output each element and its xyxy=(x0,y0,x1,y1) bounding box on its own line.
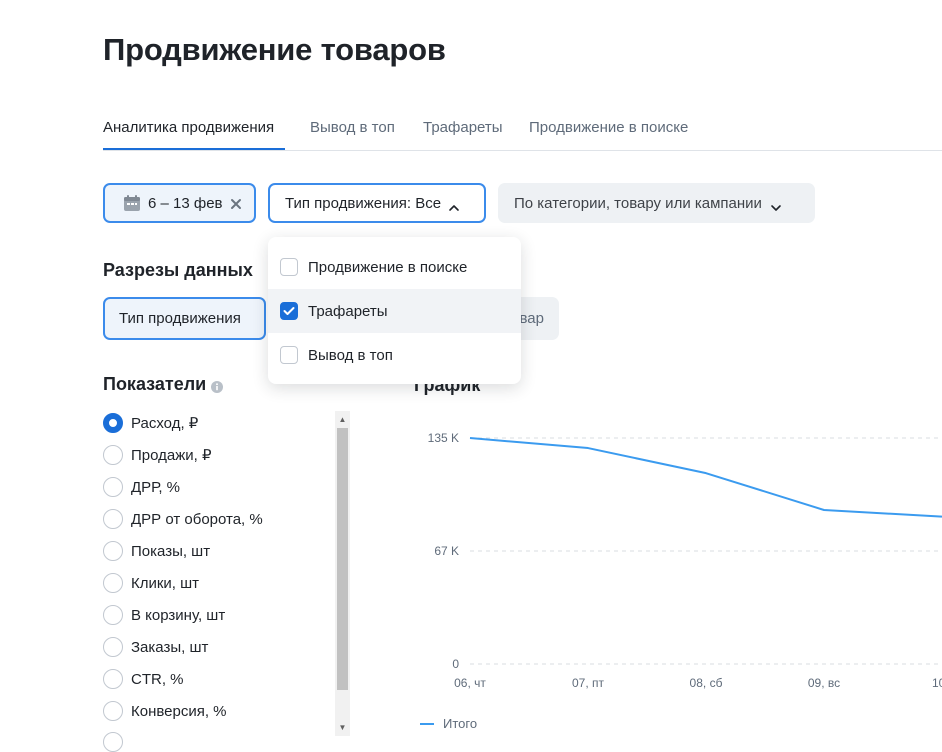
radio[interactable] xyxy=(103,605,123,625)
close-icon[interactable] xyxy=(230,197,242,209)
legend-line-icon xyxy=(420,722,434,725)
scroll-up-arrow-icon[interactable]: ▲ xyxy=(335,412,350,426)
radio[interactable] xyxy=(103,701,123,721)
x-tick-label: 10, xyxy=(932,676,942,690)
metrics-scrollbar[interactable]: ▲ ▼ xyxy=(335,411,350,736)
slice-promo-type-label: Тип продвижения xyxy=(119,310,241,327)
metric-ctr[interactable]: CTR, % xyxy=(103,668,184,690)
slices-title: Разрезы данных xyxy=(103,260,253,280)
promo-type-label: Тип продвижения: Все xyxy=(285,194,442,212)
checkmark-icon xyxy=(283,307,295,315)
metric-label: CTR, % xyxy=(131,670,184,688)
y-tick-label: 0 xyxy=(452,657,459,671)
slice-promo-type-button[interactable]: Тип продвижения xyxy=(103,297,266,340)
date-filter-chip[interactable]: 6 – 13 фев xyxy=(103,183,256,223)
dropdown-option-search-promo[interactable]: Продвижение в поиске xyxy=(268,245,521,289)
page-title: Продвижение товаров xyxy=(103,32,446,67)
tab-top[interactable]: Вывод в топ xyxy=(310,119,395,136)
radio-checked[interactable] xyxy=(103,413,123,433)
tab-search-promo[interactable]: Продвижение в поиске xyxy=(529,119,688,136)
metric-orders[interactable]: Заказы, шт xyxy=(103,636,208,658)
radio[interactable] xyxy=(103,637,123,657)
x-tick-label: 08, сб xyxy=(690,676,723,690)
radio[interactable] xyxy=(103,509,123,529)
metric-drr[interactable]: ДРР, % xyxy=(103,476,180,498)
y-tick-label: 67 K xyxy=(434,544,459,558)
metric-clicks[interactable]: Клики, шт xyxy=(103,572,199,594)
dropdown-option-label: Продвижение в поиске xyxy=(308,258,468,276)
radio[interactable] xyxy=(103,541,123,561)
scroll-down-arrow-icon[interactable]: ▼ xyxy=(335,720,350,734)
metric-drr-turnover[interactable]: ДРР от оборота, % xyxy=(103,508,263,530)
metric-label: В корзину, шт xyxy=(131,606,226,624)
x-tick-label: 06, чт xyxy=(454,676,486,690)
dropdown-option-stencils[interactable]: Трафареты xyxy=(268,289,521,333)
metric-label: Продажи, ₽ xyxy=(131,447,212,464)
metric-conversion[interactable]: Конверсия, % xyxy=(103,700,227,722)
tab-bar: Аналитика продвижения Вывод в топ Трафар… xyxy=(103,110,942,151)
x-tick-label: 09, вс xyxy=(808,676,840,690)
checkbox[interactable] xyxy=(280,258,298,276)
metrics-header: Показатели xyxy=(103,374,224,395)
metric-impressions[interactable]: Показы, шт xyxy=(103,540,210,562)
x-tick-label: 07, пт xyxy=(572,676,605,690)
metrics-title: Показатели xyxy=(103,374,207,394)
checkbox-checked[interactable] xyxy=(280,302,298,320)
slice-product-label: вар xyxy=(519,310,545,327)
promo-type-filter[interactable]: Тип продвижения: Все xyxy=(268,183,486,223)
date-range-label: 6 – 13 фев xyxy=(148,194,223,212)
tab-analytics[interactable]: Аналитика продвижения xyxy=(103,119,274,136)
tab-stencils[interactable]: Трафареты xyxy=(423,119,503,136)
metric-sales[interactable]: Продажи, ₽ xyxy=(103,444,212,466)
metric-label: Конверсия, % xyxy=(131,702,227,720)
chart-legend: Итого xyxy=(420,716,477,731)
scrollbar-thumb[interactable] xyxy=(337,428,348,690)
promo-type-dropdown: Продвижение в поиске Трафареты Вывод в т… xyxy=(268,237,521,384)
radio[interactable] xyxy=(103,669,123,689)
info-icon[interactable] xyxy=(211,380,224,393)
dropdown-option-label: Вывод в топ xyxy=(308,346,393,364)
dropdown-option-label: Трафареты xyxy=(308,302,388,320)
radio-partial[interactable] xyxy=(103,732,123,752)
y-tick-label: 135 K xyxy=(428,431,459,445)
chevron-down-icon xyxy=(770,199,782,211)
radio[interactable] xyxy=(103,445,123,465)
radio[interactable] xyxy=(103,573,123,593)
calendar-icon xyxy=(123,194,141,212)
active-tab-indicator xyxy=(103,148,285,150)
radio[interactable] xyxy=(103,477,123,497)
metric-spend[interactable]: Расход, ₽ xyxy=(103,412,198,434)
metric-label: Заказы, шт xyxy=(131,638,209,656)
category-filter-label: По категории, товару или кампании xyxy=(514,194,762,212)
chevron-up-icon xyxy=(448,199,460,211)
legend-label: Итого xyxy=(443,716,478,731)
metric-label: Расход, ₽ xyxy=(131,415,199,432)
category-product-filter[interactable]: По категории, товару или кампании xyxy=(498,183,815,223)
series-line-Итого xyxy=(469,437,942,518)
metric-label: ДРР, % xyxy=(131,478,181,496)
line-chart: 135 K 67 K 0 06, чт 07, пт 08, сб 09, вс 10, xyxy=(428,431,942,690)
checkbox[interactable] xyxy=(280,346,298,364)
dropdown-option-top[interactable]: Вывод в топ xyxy=(268,333,521,377)
metric-add-to-cart[interactable]: В корзину, шт xyxy=(103,604,225,626)
metric-label: ДРР от оборота, % xyxy=(131,510,263,528)
metric-label: Клики, шт xyxy=(131,574,200,592)
metric-label: Показы, шт xyxy=(131,542,211,560)
